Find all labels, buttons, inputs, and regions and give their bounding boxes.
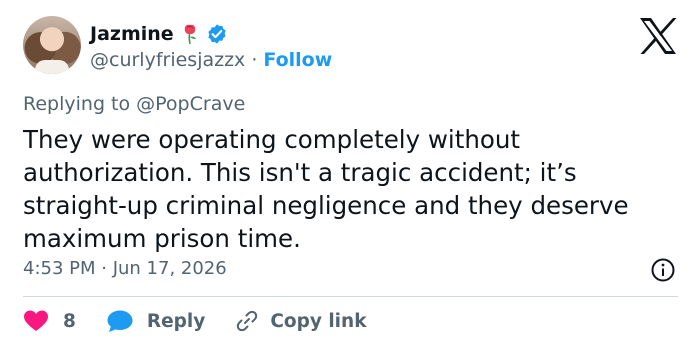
heart-icon bbox=[24, 310, 48, 331]
follow-button[interactable]: Follow bbox=[263, 49, 332, 71]
copy-link-button[interactable]: Copy link bbox=[235, 309, 367, 333]
x-logo-icon[interactable] bbox=[637, 16, 679, 56]
copy-link-label: Copy link bbox=[270, 310, 367, 332]
verified-badge-icon bbox=[208, 24, 226, 44]
tweet-timestamp[interactable]: 4:53 PM · Jun 17, 2026 bbox=[23, 258, 227, 279]
author-handle[interactable]: @curlyfriesjazzx bbox=[90, 49, 245, 71]
avatar-shirt bbox=[35, 60, 69, 74]
replying-to: Replying to @PopCrave bbox=[23, 93, 245, 115]
tweet-text: They were operating completely without a… bbox=[23, 125, 629, 253]
action-bar: 8 Reply Copy link bbox=[23, 308, 367, 334]
info-icon[interactable] bbox=[650, 257, 676, 283]
link-icon bbox=[237, 310, 258, 332]
reply-bubble-icon bbox=[107, 310, 133, 332]
author-handle-row: @curlyfriesjazzx · Follow bbox=[90, 48, 332, 72]
avatar[interactable] bbox=[23, 16, 81, 74]
reply-label: Reply bbox=[146, 310, 206, 332]
reply-button[interactable]: Reply bbox=[106, 309, 205, 333]
divider bbox=[23, 296, 678, 297]
author-name-row: Jazmine bbox=[90, 21, 228, 47]
like-button[interactable]: 8 bbox=[23, 309, 76, 333]
replying-mention[interactable]: @PopCrave bbox=[136, 93, 245, 115]
handle-separator: · bbox=[251, 49, 258, 71]
author-name[interactable]: Jazmine bbox=[90, 23, 174, 45]
rose-emoji-icon bbox=[184, 24, 196, 45]
replying-prefix: Replying to bbox=[23, 93, 137, 115]
like-count: 8 bbox=[63, 310, 76, 332]
